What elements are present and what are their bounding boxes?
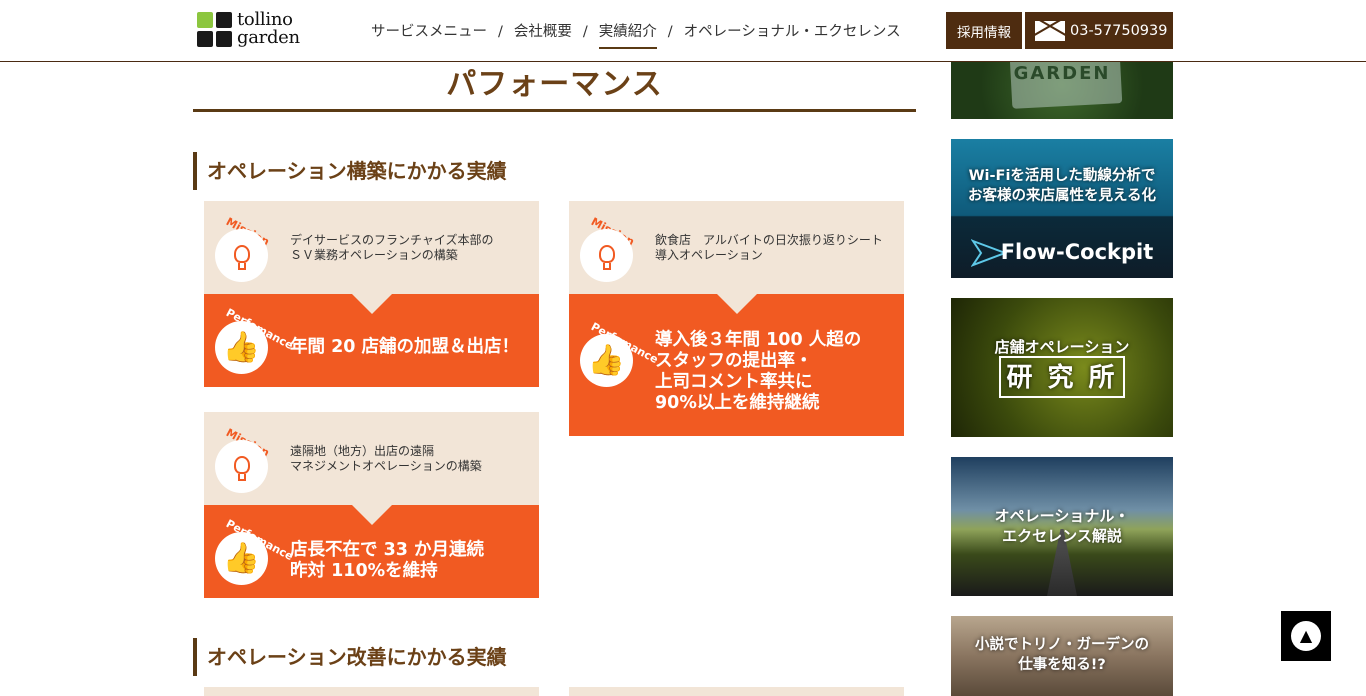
performance-text: 店長不在で 33 か月連続 昨対 110%を維持 <box>290 540 485 581</box>
logo-line2: garden <box>237 27 300 48</box>
nav-item-operational-excellence[interactable]: オペレーショナル・エクセレンス <box>684 20 901 49</box>
flow-cockpit-brand: Flow-Cockpit <box>1000 240 1154 264</box>
mission-text: デイサービスのフランチャイズ本部の ＳＶ業務オペレーションの構築 <box>290 233 494 262</box>
novel-banner[interactable]: 小説でトリノ・ガーデンの 仕事を知る!? <box>951 616 1173 696</box>
performance-panel: Perfomance 👍 導入後３年間 100 人超の スタッフの提出率・ 上司… <box>569 294 904 436</box>
nav-item-service-menu[interactable]: サービスメニュー <box>371 20 487 49</box>
thumbs-up-icon: 👍 <box>215 321 268 374</box>
lightbulb-icon <box>580 229 633 282</box>
mission-panel: Mission 飲食店 アルバイトの日次振り返りシート 導入オペレーション <box>569 201 904 294</box>
nav-separator: / <box>582 23 588 40</box>
operational-excellence-banner[interactable]: オペレーショナル・ エクセレンス解説 <box>951 457 1173 596</box>
lightbulb-icon <box>215 229 268 282</box>
phone-number: 03-57750939 <box>1070 22 1168 39</box>
performance-panel: Perfomance 👍 年間 20 店舗の加盟＆出店！ <box>204 294 539 387</box>
oe-headline: オペレーショナル・ エクセレンス解説 <box>994 507 1130 545</box>
lab-title: 研 究 所 <box>999 356 1125 398</box>
store-operation-lab-banner[interactable]: 店舗オペレーション 研 究 所 <box>951 298 1173 437</box>
lab-headline: 店舗オペレーション <box>994 338 1130 356</box>
mail-icon <box>1035 20 1065 41</box>
mission-text: 飲食店 アルバイトの日次振り返りシート 導入オペレーション <box>655 233 883 262</box>
main-nav: サービスメニュー / 会社概要 / 実績紹介 / オペレーショナル・エクセレンス <box>371 20 901 49</box>
page-title: パフォーマンス <box>193 62 916 112</box>
back-to-top-button[interactable]: ▲ <box>1281 611 1331 661</box>
chevron-down-icon <box>352 505 392 525</box>
flow-cockpit-headline: Wi-Fiを活用した動線分析で お客様の来店属性を見える化 <box>967 168 1157 204</box>
mission-panel: Mission デイサービスのフランチャイズ本部の ＳＶ業務オペレーションの構築 <box>204 201 539 294</box>
nav-item-achievements[interactable]: 実績紹介 <box>598 20 657 49</box>
garden-sign-banner[interactable]: GARDEN <box>951 62 1173 119</box>
achievement-card-partial <box>204 687 539 696</box>
logo-mark-icon <box>197 11 232 47</box>
tollino-garden-logo[interactable]: tollino garden <box>197 11 300 47</box>
chevron-down-icon <box>352 294 392 314</box>
novel-headline: 小説でトリノ・ガーデンの 仕事を知る!? <box>975 637 1149 673</box>
performance-panel: Perfomance 👍 店長不在で 33 か月連続 昨対 110%を維持 <box>204 505 539 598</box>
achievement-card-partial <box>569 687 904 696</box>
thumbs-up-icon: 👍 <box>580 334 633 387</box>
arrow-up-icon: ▲ <box>1291 621 1321 651</box>
achievement-card: Mission デイサービスのフランチャイズ本部の ＳＶ業務オペレーションの構築… <box>204 201 539 387</box>
thumbs-up-icon: 👍 <box>215 532 268 585</box>
achievement-card: Mission 遠隔地（地方）出店の遠隔 マネジメントオペレーションの構築 Pe… <box>204 412 539 598</box>
garden-sign-text: GARDEN <box>1013 63 1111 84</box>
performance-text: 導入後３年間 100 人超の スタッフの提出率・ 上司コメント率共に 90%以上… <box>655 330 862 413</box>
section-title-operation-improvement: オペレーション改善にかかる実績 <box>193 638 916 676</box>
recruit-button[interactable]: 採用情報 <box>946 12 1022 49</box>
site-header: tollino garden サービスメニュー / 会社概要 / 実績紹介 / … <box>0 0 1366 62</box>
chevron-down-icon <box>717 294 757 314</box>
flow-cockpit-banner[interactable]: Wi-Fiを活用した動線分析で お客様の来店属性を見える化 Flow-Cockp… <box>951 139 1173 278</box>
section-title-operation-build: オペレーション構築にかかる実績 <box>193 152 916 190</box>
nav-item-company[interactable]: 会社概要 <box>514 20 572 49</box>
mission-text: 遠隔地（地方）出店の遠隔 マネジメントオペレーションの構築 <box>290 444 482 473</box>
nav-separator: / <box>498 23 503 40</box>
mission-panel: Mission 遠隔地（地方）出店の遠隔 マネジメントオペレーションの構築 <box>204 412 539 505</box>
lightbulb-icon <box>215 440 268 493</box>
achievement-card: Mission 飲食店 アルバイトの日次振り返りシート 導入オペレーション Pe… <box>569 201 904 436</box>
contact-phone-button[interactable]: 03-57750939 <box>1025 12 1173 49</box>
nav-separator: / <box>667 23 673 40</box>
performance-text: 年間 20 店舗の加盟＆出店！ <box>290 337 520 357</box>
